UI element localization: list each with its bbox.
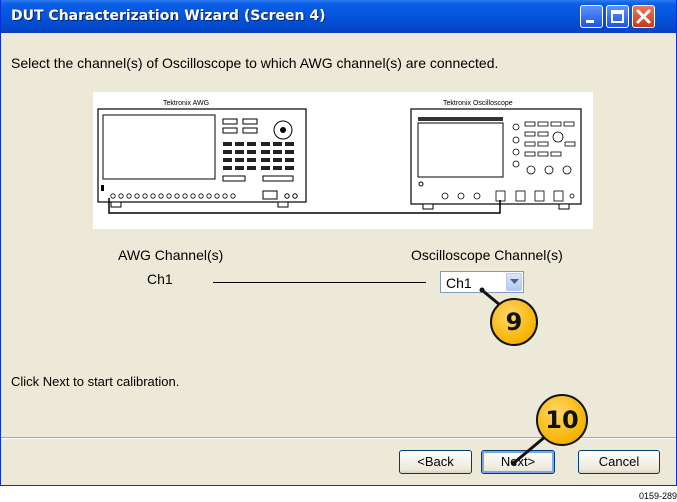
close-icon [636,9,651,24]
title-bar[interactable]: DUT Characterization Wizard (Screen 4) [1,0,676,33]
oscilloscope-instrument-icon [410,108,582,210]
maximize-icon [611,10,624,23]
callout-9: 9 [490,298,538,346]
maximize-button[interactable] [606,5,629,28]
scope-channel-header: Oscilloscope Channel(s) [411,247,563,263]
connection-illustration: Tektronix AWG Tektronix Oscilloscope [97,100,582,214]
scope-diagram-label: Tektronix Oscilloscope [443,100,513,107]
calibration-hint: Click Next to start calibration. [11,374,180,389]
scope-channel-select[interactable]: Ch1 [440,271,524,293]
minimize-icon [586,20,594,23]
callout-10: 10 [536,394,588,446]
chevron-down-icon [510,279,519,284]
window-title: DUT Characterization Wizard (Screen 4) [11,8,326,24]
scope-channel-selected-value: Ch1 [446,275,472,291]
awg-channel-value: Ch1 [147,271,173,287]
instruction-text: Select the channel(s) of Oscilloscope to… [11,55,499,71]
awg-diagram-label: Tektronix AWG [163,100,209,107]
channel-connector-line [213,282,426,283]
cancel-button[interactable]: Cancel [578,450,660,474]
connection-diagram: Tektronix AWG Tektronix Oscilloscope [93,92,593,229]
awg-channel-header: AWG Channel(s) [118,247,224,263]
awg-instrument-icon [97,108,307,208]
close-button[interactable] [632,5,655,28]
dropdown-button[interactable] [506,273,522,291]
next-button[interactable]: Next> [481,450,555,474]
minimize-button[interactable] [580,5,603,28]
back-button[interactable]: <Back [399,450,472,474]
figure-id: 0159-289 [638,491,677,501]
